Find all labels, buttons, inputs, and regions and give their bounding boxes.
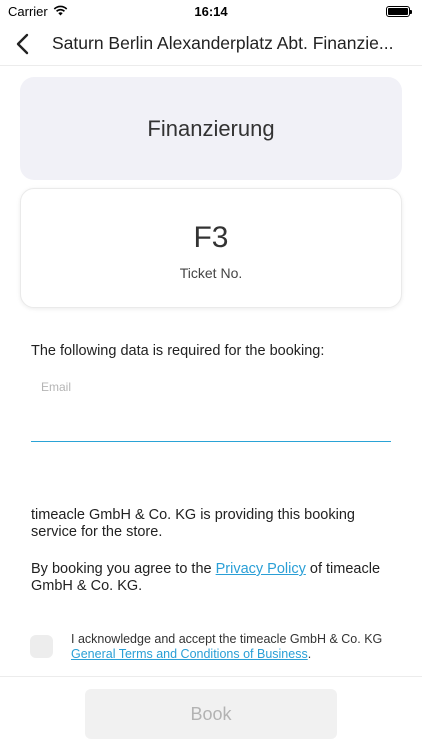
- email-label: Email: [41, 380, 72, 394]
- email-field[interactable]: [31, 396, 391, 442]
- status-bar: Carrier 16:14: [0, 0, 422, 22]
- battery-icon: [386, 5, 412, 17]
- terms-prefix: I acknowledge and accept the timeacle Gm…: [71, 632, 383, 646]
- navigation-bar: Saturn Berlin Alexanderplatz Abt. Finanz…: [0, 22, 422, 66]
- provider-notice: timeacle GmbH & Co. KG is providing this…: [31, 507, 355, 540]
- back-button[interactable]: [2, 22, 42, 66]
- ticket-label: Ticket No.: [179, 265, 243, 281]
- service-card: Finanzierung: [20, 77, 402, 180]
- terms-suffix: .: [307, 647, 312, 661]
- book-button[interactable]: Book: [85, 689, 337, 739]
- carrier-label: Carrier: [8, 3, 48, 19]
- terms-link[interactable]: General Terms and Conditions of Business: [71, 647, 308, 661]
- page-title: Saturn Berlin Alexanderplatz Abt. Finanz…: [52, 33, 394, 53]
- service-name: Finanzierung: [147, 115, 275, 141]
- battery-level: [388, 7, 408, 15]
- privacy-policy-link[interactable]: Privacy Policy: [216, 561, 306, 577]
- ticket-number: F3: [193, 221, 229, 254]
- privacy-notice: By booking you agree to the Privacy Poli…: [31, 561, 396, 595]
- privacy-prefix: By booking you agree to the: [31, 561, 216, 577]
- bottom-divider: [0, 676, 422, 677]
- form-intro: The following data is required for the b…: [31, 343, 325, 359]
- chevron-left-icon: [16, 33, 29, 54]
- wifi-icon: [53, 4, 68, 19]
- ticket-card: F3 Ticket No.: [20, 188, 402, 308]
- terms-checkbox[interactable]: [30, 635, 53, 658]
- status-left: Carrier: [8, 4, 68, 19]
- terms-text: I acknowledge and accept the timeacle Gm…: [71, 632, 411, 662]
